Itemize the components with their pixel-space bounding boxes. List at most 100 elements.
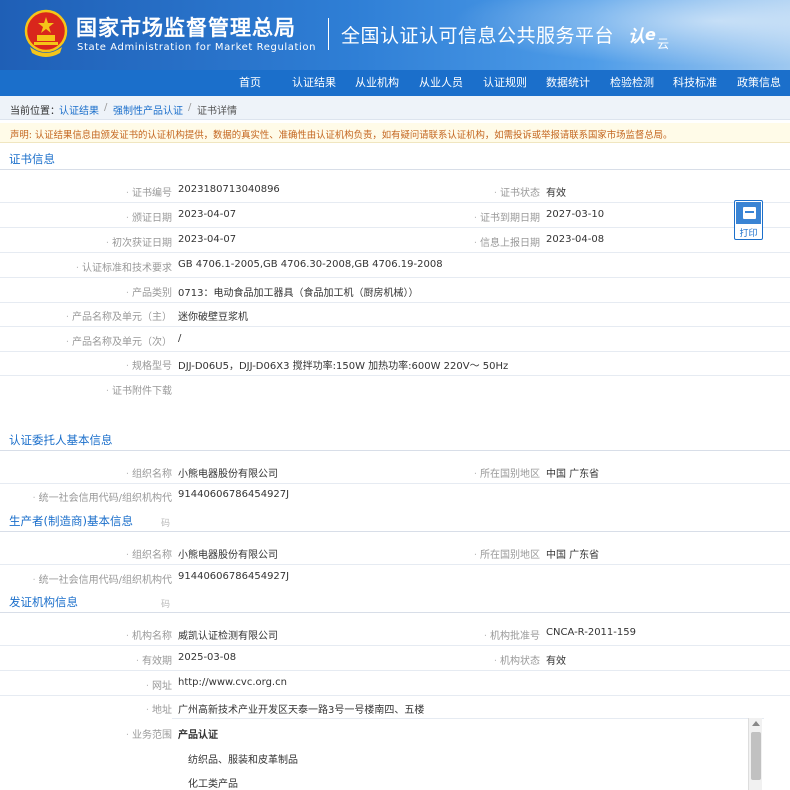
printer-icon [736, 202, 761, 224]
breadcrumb-ccc[interactable]: 强制性产品认证 [113, 102, 183, 117]
client-section-title: 认证委托人基本信息 [0, 427, 790, 451]
row-divider [0, 695, 790, 696]
national-emblem-icon [24, 9, 68, 57]
standards-value: GB 4706.1-2005,GB 4706.30-2008,GB 4706.1… [178, 259, 443, 270]
section-title-text: 发证机构信息 [9, 595, 78, 609]
nav-cert-rules[interactable]: 认证规则 [483, 70, 527, 96]
row-divider [0, 645, 790, 646]
row-divider [0, 252, 790, 253]
issuer-name-label: 机构名称 [126, 627, 172, 642]
svg-text:e: e [645, 25, 656, 44]
scroll-up-arrow-icon[interactable] [752, 721, 760, 726]
main-nav: 首页 认证结果 从业机构 从业人员 认证规则 数据统计 检验检测 科技标准 政策… [0, 70, 790, 96]
maker-region-label: 所在国别地区 [474, 546, 540, 561]
maker-code-value: 91440606786454927J [178, 571, 290, 582]
breadcrumb-current-label: 当前位置： [10, 106, 60, 117]
row-divider [0, 302, 790, 303]
nav-home[interactable]: 首页 [239, 70, 261, 96]
nav-cert-results[interactable]: 认证结果 [292, 70, 336, 96]
maker-code-label: 统一社会信用代码/组织机构代 [32, 571, 172, 586]
section-title-text: 生产者(制造商)基本信息 [9, 514, 133, 528]
business-scope-label: 业务范围 [126, 726, 172, 741]
disclaimer-text: 声明: 认证结果信息由颁发证书的认证机构提供，数据的真实性、准确性由认证机构负责… [10, 130, 673, 141]
issuer-address-label: 地址 [146, 701, 172, 716]
first-cert-date-value: 2023-04-07 [178, 234, 237, 245]
nav-institutions[interactable]: 从业机构 [355, 70, 399, 96]
cert-no-label: 证书编号 [126, 184, 172, 199]
issuer-validity-value: 2025-03-08 [178, 652, 237, 663]
header-divider [328, 18, 329, 50]
row-divider [0, 277, 790, 278]
cert-no-value: 2023180713040896 [178, 184, 280, 195]
client-code-label: 统一社会信用代码/组织机构代 [32, 489, 172, 504]
issuer-state-label: 机构状态 [494, 652, 540, 667]
maker-org-value: 小熊电器股份有限公司 [178, 550, 278, 561]
breadcrumb-cert-detail: 证书详情 [197, 106, 237, 117]
row-divider [0, 670, 790, 671]
issuer-url-label: 网址 [146, 677, 172, 692]
nav-practitioners[interactable]: 从业人员 [419, 70, 463, 96]
site-header: 国家市场监督管理总局 State Administration for Mark… [0, 0, 790, 70]
scrollbar-thumb[interactable] [751, 732, 761, 780]
section-title-overflow: 码 [161, 519, 171, 529]
issue-date-value: 2023-04-07 [178, 209, 237, 220]
product-sub-value: / [178, 333, 182, 344]
maker-section-title: 生产者(制造商)基本信息 码 [0, 508, 790, 532]
svg-text:认: 认 [628, 27, 645, 47]
nav-inspection[interactable]: 检验检测 [610, 70, 654, 96]
expire-date-label: 证书到期日期 [474, 209, 540, 224]
first-cert-date-label: 初次获证日期 [106, 234, 172, 249]
issuer-state-value: 有效 [546, 656, 566, 667]
platform-title: 全国认证认可信息公共服务平台 [341, 25, 615, 47]
issuer-name-value: 威凯认证检测有限公司 [178, 631, 278, 642]
row-divider [0, 375, 790, 376]
cert-status-label: 证书状态 [494, 184, 540, 199]
breadcrumb-separator: / [188, 102, 192, 113]
row-divider [0, 564, 790, 565]
row-divider [0, 326, 790, 327]
renyun-logo: 认 e 云 [628, 25, 669, 51]
product-main-value: 迷你破壁豆浆机 [178, 312, 248, 323]
client-org-value: 小熊电器股份有限公司 [178, 469, 278, 480]
scope-item: 化工类产品 [188, 779, 238, 790]
section-title-text: 认证委托人基本信息 [9, 433, 113, 447]
report-date-value: 2023-04-08 [546, 234, 605, 245]
row-divider [0, 202, 790, 203]
client-region-label: 所在国别地区 [474, 465, 540, 480]
product-main-label: 产品名称及单元（主） [66, 308, 172, 323]
product-category-label: 产品类别 [126, 284, 172, 299]
issuer-address-value: 广州高新技术产业开发区天泰一路3号一号楼南四、五楼 [178, 705, 425, 716]
svg-text:云: 云 [657, 37, 669, 51]
section-title-text: 证书信息 [9, 152, 55, 166]
org-name-cn: 国家市场监督管理总局 [76, 16, 296, 40]
cert-status-value: 有效 [546, 188, 566, 199]
issuer-url-link[interactable]: http://www.cvc.org.cn [178, 677, 287, 688]
scope-heading: 产品认证 [178, 730, 218, 741]
issuer-approval-value: CNCA-R-2011-159 [546, 627, 636, 638]
product-sub-label: 产品名称及单元（次） [66, 333, 172, 348]
nav-policy[interactable]: 政策信息 [737, 70, 781, 96]
nav-standards[interactable]: 科技标准 [673, 70, 717, 96]
breadcrumb-cert-results[interactable]: 认证结果 [59, 102, 99, 117]
issuer-validity-label: 有效期 [136, 652, 172, 667]
print-button[interactable]: 打印 [734, 200, 763, 240]
model-label: 规格型号 [126, 357, 172, 372]
print-label: 打印 [739, 229, 758, 239]
product-category-value: 0713：电动食品加工器具（食品加工机（厨房机械）） [178, 288, 419, 299]
section-title-overflow: 码 [161, 600, 171, 610]
row-divider [0, 351, 790, 352]
cert-info-section-title: 证书信息 [0, 146, 790, 170]
breadcrumb: 当前位置： 认证结果 / 强制性产品认证 / 证书详情 [0, 96, 790, 120]
maker-org-label: 组织名称 [126, 546, 172, 561]
row-divider [0, 227, 790, 228]
issuer-approval-label: 机构批准号 [484, 627, 540, 642]
scope-scrollbar[interactable] [748, 718, 762, 790]
nav-statistics[interactable]: 数据统计 [546, 70, 590, 96]
breadcrumb-separator: / [104, 102, 108, 113]
disclaimer-notice: 声明: 认证结果信息由颁发证书的认证机构提供，数据的真实性、准确性由认证机构负责… [0, 123, 790, 143]
client-code-value: 91440606786454927J [178, 489, 290, 500]
row-divider [0, 483, 790, 484]
issue-date-label: 颁证日期 [126, 209, 172, 224]
attachment-download-label[interactable]: 证书附件下载 [106, 382, 172, 397]
standards-label: 认证标准和技术要求 [76, 259, 172, 274]
